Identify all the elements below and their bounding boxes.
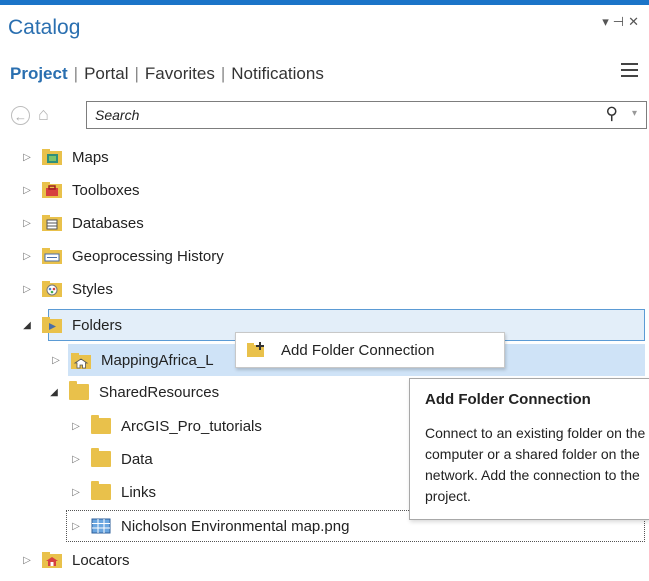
expand-arrow-icon[interactable]: ▷ [20,251,34,262]
collapse-arrow-icon[interactable]: ◢ [47,387,61,398]
tooltip-body: Connect to an existing folder on the loc… [425,425,649,504]
tooltip-title: Add Folder Connection [425,391,591,408]
tree-item-label: ArcGIS_Pro_tutorials [121,417,262,435]
expand-arrow-icon[interactable]: ▷ [69,487,83,498]
tree-item-label: Maps [72,148,109,166]
tab-separator: | [134,64,139,83]
tree-item-sharedresources[interactable]: ◢ SharedResources [47,377,219,407]
toolbox-folder-icon [42,182,62,198]
tree-item-label: Data [121,450,153,468]
search-dropdown-icon[interactable]: ▾ [632,108,637,119]
tab-portal[interactable]: Portal [84,64,128,83]
pane-title: Catalog [8,16,81,39]
geoprocessing-history-icon [42,248,62,264]
tab-project[interactable]: Project [10,64,68,83]
tree-item-locators[interactable]: ▷ Locators [20,545,130,575]
expand-arrow-icon[interactable]: ▷ [69,521,83,532]
menu-item-add-folder-connection[interactable]: Add Folder Connection [281,342,434,359]
tree-item-label: MappingAfrica_L [101,351,214,369]
tree-item-geoprocessing-history[interactable]: ▷ Geoprocessing History [20,241,224,271]
tab-notifications[interactable]: Notifications [231,64,324,83]
expand-arrow-icon[interactable]: ▷ [69,454,83,465]
context-menu: Add Folder Connection [235,332,505,368]
close-icon[interactable]: ✕ [628,14,643,29]
pane-accent-bar [0,0,649,5]
tree-item-label: Links [121,483,157,501]
tree-item-label: Databases [72,214,144,232]
tree-item-label: Locators [72,551,130,569]
tooltip: Add Folder Connection Connect to an exis… [409,378,649,520]
back-arrow-icon[interactable]: ← [11,106,30,125]
tree-item-label: Styles [72,280,113,298]
search-input[interactable] [95,105,575,125]
dropdown-arrow-icon[interactable]: ▾ [602,14,613,29]
window-controls: ▾⊣✕ [602,14,643,30]
folders-icon [42,317,62,333]
expand-arrow-icon[interactable]: ▷ [20,218,34,229]
tree-item-folders[interactable]: ◢ Folders [20,310,122,340]
maps-folder-icon [42,149,62,165]
add-folder-icon [247,342,266,357]
tree-item-maps[interactable]: ▷ Maps [20,142,109,172]
styles-icon [42,281,62,297]
database-folder-icon [42,215,62,231]
expand-arrow-icon[interactable]: ▷ [69,421,83,432]
tree-item-label: Geoprocessing History [72,247,224,265]
expand-arrow-icon[interactable]: ▷ [20,152,34,163]
folder-icon [91,481,111,500]
menu-icon[interactable] [621,63,638,78]
tab-favorites[interactable]: Favorites [145,64,215,83]
tree-item-label: SharedResources [99,383,220,401]
tab-separator: | [73,64,79,83]
folder-icon [69,381,89,400]
expand-arrow-icon[interactable]: ▷ [49,355,63,366]
folder-icon [91,448,111,467]
search-box: ⚲ ▾ [86,101,647,129]
tree-item-databases[interactable]: ▷ Databases [20,208,144,238]
tree-item-links[interactable]: ▷ Links [69,477,156,507]
expand-arrow-icon[interactable]: ▷ [20,284,34,295]
tree-item-arcgis-pro-tutorials[interactable]: ▷ ArcGIS_Pro_tutorials [69,411,262,441]
image-file-icon [91,518,111,534]
tree-item-toolboxes[interactable]: ▷ Toolboxes [20,175,140,205]
tree-item-styles[interactable]: ▷ Styles [20,274,113,304]
tab-separator: | [220,64,226,83]
home-folder-icon [71,352,91,369]
tree-item-label: Nicholson Environmental map.png [121,517,350,535]
expand-arrow-icon[interactable]: ▷ [20,185,34,196]
home-icon[interactable]: ⌂ [38,104,49,125]
tree-item-data[interactable]: ▷ Data [69,444,153,474]
locators-icon [42,552,62,568]
folder-icon [91,415,111,434]
collapse-arrow-icon[interactable]: ◢ [20,320,34,331]
tree-item-label: Folders [72,316,123,334]
tree-item-label: Toolboxes [72,181,140,199]
tree-item-mappingafrica[interactable]: ▷ MappingAfrica_L [49,345,214,375]
tree-item-nicholson-map[interactable]: ▷ Nicholson Environmental map.png [69,511,349,541]
catalog-tabs: Project | Portal | Favorites | Notifications [10,64,324,84]
expand-arrow-icon[interactable]: ▷ [20,555,34,566]
pin-icon[interactable]: ⊣ [613,14,628,29]
search-icon[interactable]: ⚲ [606,104,618,124]
